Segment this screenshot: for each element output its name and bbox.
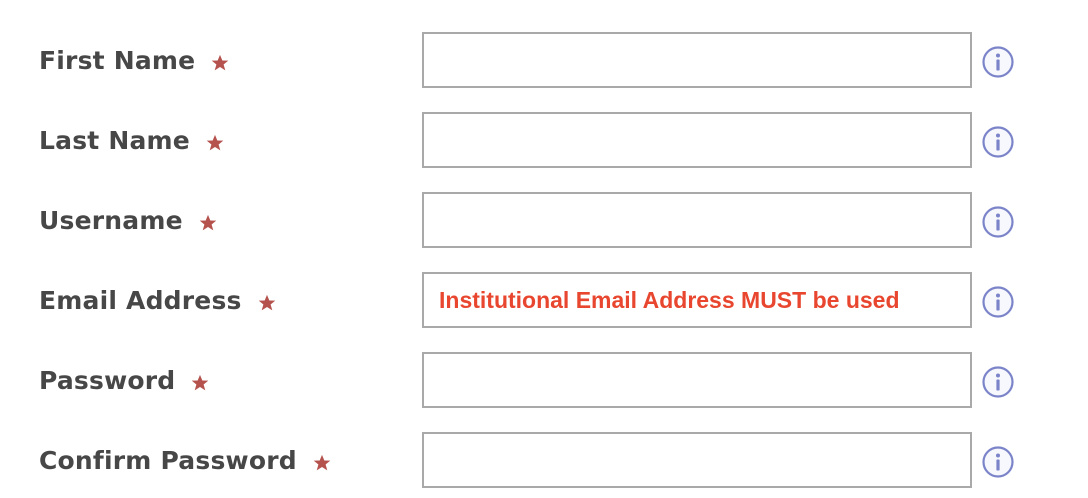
username-label-group: Username	[39, 192, 217, 248]
last-name-input[interactable]	[422, 112, 972, 168]
email-address-label-group: Email Address	[39, 272, 276, 328]
first-name-label: First Name	[39, 45, 196, 75]
username-input[interactable]	[422, 192, 972, 248]
password-info-icon[interactable]	[981, 365, 1015, 399]
confirm-password-row: Confirm Password	[0, 432, 1088, 488]
username-row: Username	[0, 192, 1088, 248]
confirm-password-input[interactable]	[422, 432, 972, 488]
email-address-row: Email Address Institutional Email Addres…	[0, 272, 1088, 328]
required-star-icon	[212, 54, 229, 71]
first-name-input[interactable]	[422, 32, 972, 88]
first-name-row: First Name	[0, 32, 1088, 88]
password-row: Password	[0, 352, 1088, 408]
last-name-label-group: Last Name	[39, 112, 224, 168]
email-address-error-message: Institutional Email Address MUST be used	[439, 286, 900, 313]
last-name-label: Last Name	[39, 125, 190, 155]
required-star-icon	[313, 454, 331, 471]
confirm-password-info-icon[interactable]	[981, 445, 1015, 479]
required-star-icon	[199, 214, 217, 231]
password-label-group: Password	[39, 352, 209, 408]
email-address-info-icon[interactable]	[981, 285, 1015, 319]
password-input[interactable]	[422, 352, 972, 408]
first-name-label-group: First Name	[39, 32, 229, 88]
confirm-password-label-group: Confirm Password	[39, 432, 331, 488]
first-name-info-icon[interactable]	[981, 45, 1015, 79]
required-star-icon	[258, 294, 275, 311]
email-address-input[interactable]: Institutional Email Address MUST be used	[422, 272, 972, 328]
password-label: Password	[39, 365, 176, 395]
confirm-password-label: Confirm Password	[39, 445, 297, 475]
email-address-label: Email Address	[39, 285, 242, 315]
last-name-row: Last Name	[0, 112, 1088, 168]
username-info-icon[interactable]	[981, 205, 1015, 239]
last-name-info-icon[interactable]	[981, 125, 1015, 159]
required-star-icon	[192, 374, 209, 391]
username-label: Username	[39, 205, 183, 235]
required-star-icon	[206, 134, 224, 151]
